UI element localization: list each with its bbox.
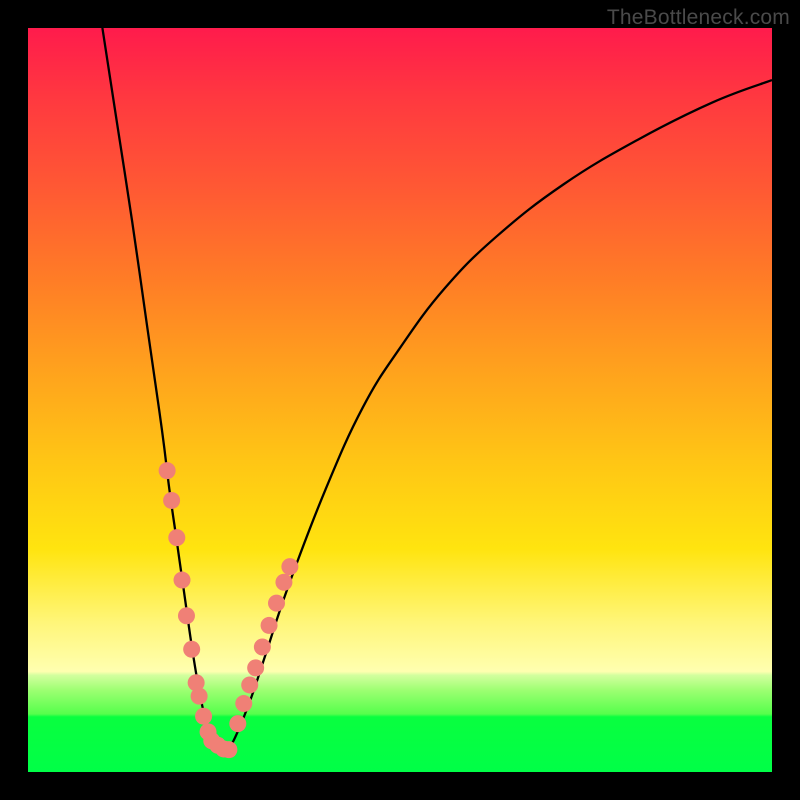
data-dot [275, 574, 292, 591]
data-dot [229, 715, 246, 732]
data-dot [281, 558, 298, 575]
data-dots-group [159, 462, 299, 758]
data-dot [235, 695, 252, 712]
data-dot [195, 708, 212, 725]
data-dot [183, 641, 200, 658]
chart-frame: TheBottleneck.com [0, 0, 800, 800]
data-dot [247, 659, 264, 676]
data-dot [268, 595, 285, 612]
watermark-text: TheBottleneck.com [607, 6, 790, 30]
data-dot [159, 462, 176, 479]
chart-svg [28, 28, 772, 772]
data-dot [261, 617, 278, 634]
data-dot [254, 639, 271, 656]
data-dot [174, 572, 191, 589]
bottleneck-curve [102, 28, 772, 750]
plot-area [28, 28, 772, 772]
data-dot [220, 741, 237, 758]
data-dot [241, 676, 258, 693]
data-dot [178, 607, 195, 624]
data-dot [163, 492, 180, 509]
data-dot [168, 529, 185, 546]
data-dot [191, 688, 208, 705]
